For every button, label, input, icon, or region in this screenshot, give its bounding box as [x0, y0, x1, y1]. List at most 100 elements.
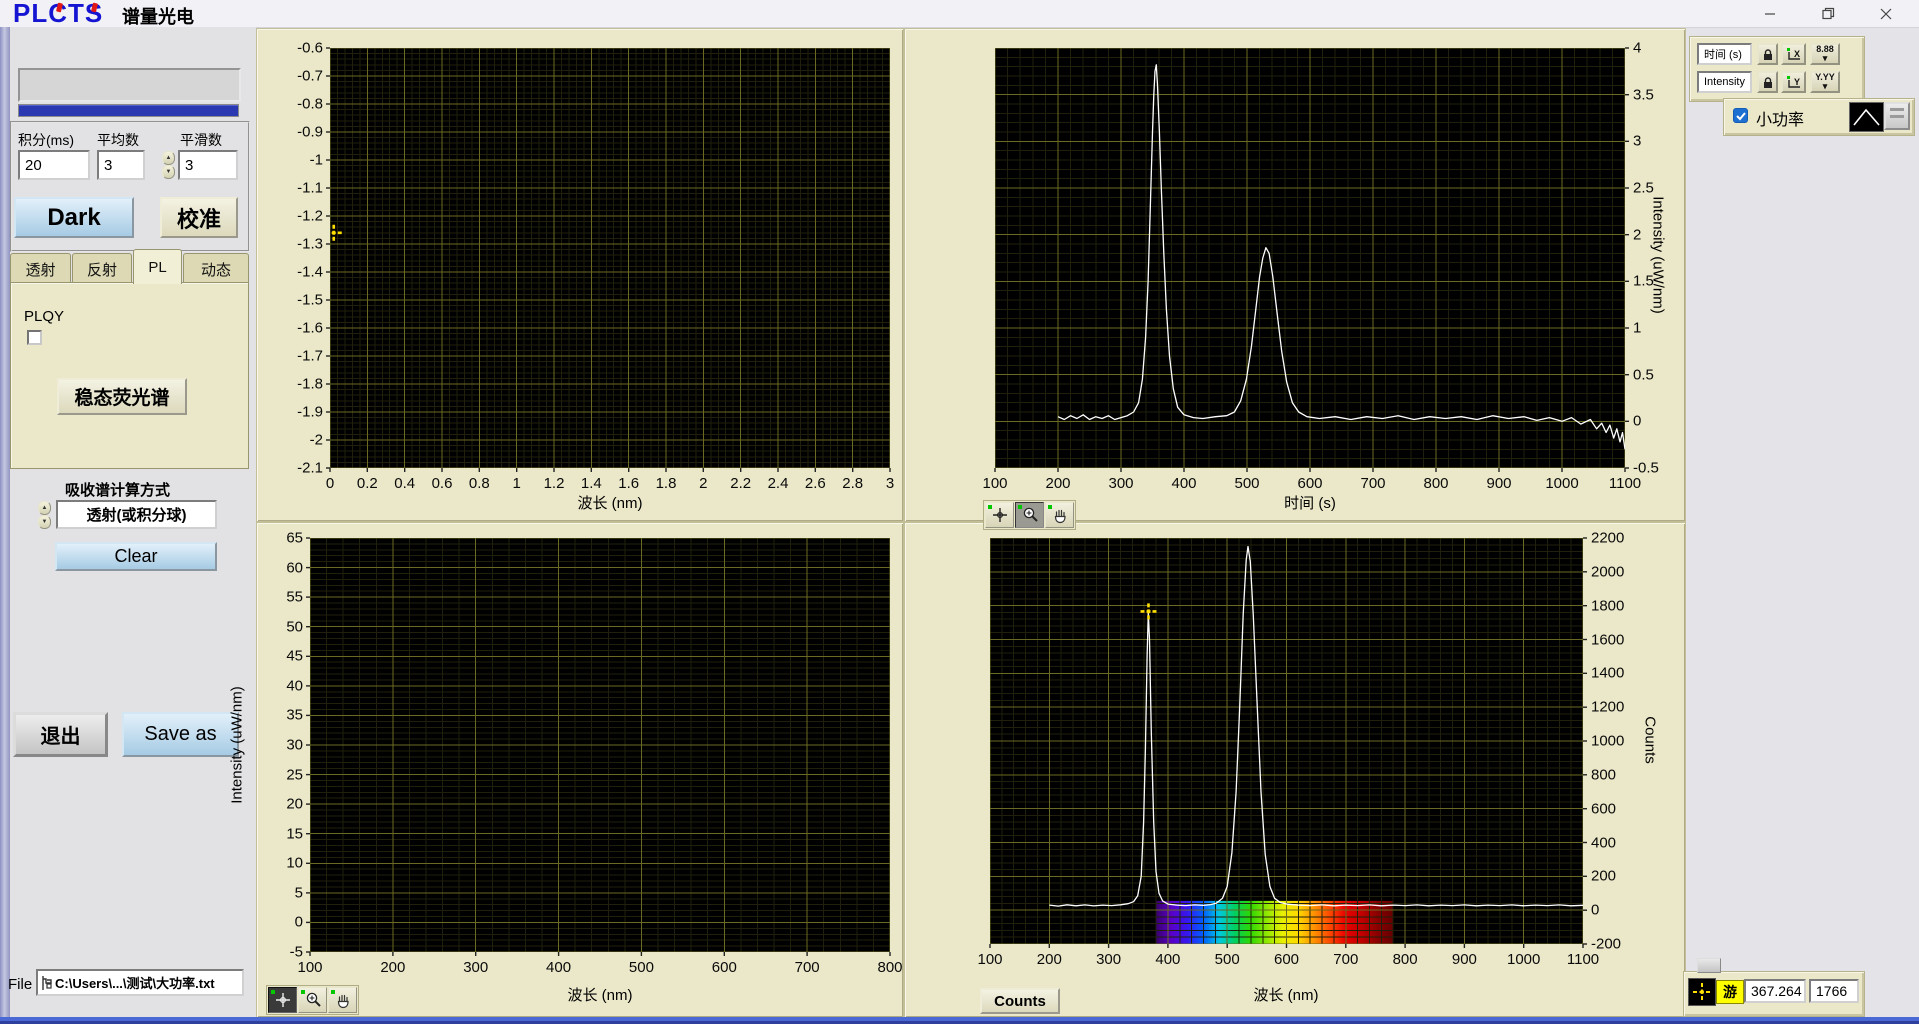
cursor-style-button[interactable] [1688, 978, 1716, 1006]
smooth-stepper[interactable]: ▲▼ [162, 151, 175, 179]
pan-tool-button[interactable] [1045, 502, 1074, 528]
y-tick-label: -0.8 [297, 96, 323, 113]
file-label: File [8, 976, 32, 993]
x-scale-name-field[interactable]: 时间 (s) [1697, 43, 1752, 65]
x-tick-label: 600 [1274, 951, 1299, 968]
cursor-tool-button[interactable] [985, 502, 1014, 528]
x-format-button[interactable]: 8.88▾ [1810, 43, 1840, 65]
active-led-icon [301, 990, 305, 994]
y-scale-name-field[interactable]: Intensity [1697, 71, 1752, 93]
counts-legend-button[interactable]: Counts [980, 988, 1060, 1014]
clear-button[interactable]: Clear [55, 542, 217, 571]
line-style-icon [1850, 103, 1883, 131]
absorption-select[interactable]: 透射(或积分球) [56, 500, 217, 529]
zoom-tool-button[interactable] [1015, 502, 1044, 528]
x-tick-label: 400 [1155, 951, 1180, 968]
x-tick-label: 1.8 [656, 475, 677, 492]
graph-palette [983, 500, 1076, 530]
x-tick-label: 100 [977, 951, 1002, 968]
cursor-tool-button[interactable] [268, 987, 297, 1013]
y-tick-label: 2.5 [1633, 180, 1654, 197]
plqy-checkbox[interactable] [27, 330, 42, 345]
y-tick-label: -1 [310, 152, 323, 169]
x-tick-label: 2 [699, 475, 707, 492]
data-series [1049, 547, 1583, 907]
tab-dynamic[interactable]: 动态 [183, 253, 249, 284]
dark-button[interactable]: Dark [14, 197, 134, 238]
x-tick-label: 900 [1452, 951, 1477, 968]
close-button[interactable] [1863, 0, 1909, 27]
stepper-down-icon[interactable]: ▼ [38, 515, 51, 529]
x-tick-label: 900 [1486, 475, 1511, 492]
x-tick-label: 700 [795, 959, 820, 976]
y-scale-lock-button[interactable] [1757, 71, 1778, 93]
smooth-label: 平滑数 [180, 130, 222, 150]
pan-tool-button[interactable] [328, 987, 357, 1013]
close-icon [1880, 8, 1892, 20]
y-tick-label: -2 [310, 432, 323, 449]
y-tick-label: -1.7 [297, 348, 323, 365]
y-tick-label: 4 [1633, 40, 1641, 57]
stepper-up-icon[interactable]: ▲ [38, 501, 51, 515]
x-scale-lock-button[interactable] [1757, 43, 1778, 65]
x-tick-label: 1.4 [581, 475, 602, 492]
x-tick-label: 500 [629, 959, 654, 976]
power-legend-label: 小功率 [1756, 106, 1804, 130]
cursor-name-tag[interactable]: 游 [1716, 980, 1744, 1004]
calibrate-button[interactable]: 校准 [160, 197, 238, 238]
chart-canvas [995, 48, 1625, 468]
x-tick-label: 1.2 [544, 475, 565, 492]
save-as-button[interactable]: Save as [122, 712, 239, 757]
x-axis-title: 波长 (nm) [568, 984, 633, 1005]
x-tick-label: 800 [877, 959, 902, 976]
y-tick-label: 25 [286, 766, 303, 783]
restore-icon [1822, 7, 1835, 20]
chart-canvas [330, 48, 890, 468]
svg-text:X: X [1794, 49, 1800, 59]
x-tick-label: 1.6 [618, 475, 639, 492]
minimize-button[interactable] [1747, 0, 1793, 27]
stepper-down-icon[interactable]: ▼ [162, 165, 175, 179]
x-tick-label: 0.2 [357, 475, 378, 492]
y-tick-label: 30 [286, 737, 303, 754]
x-tick-label: 500 [1234, 475, 1259, 492]
tab-transmission[interactable]: 透射 [10, 253, 71, 284]
power-legend-checkbox[interactable] [1733, 108, 1748, 123]
x-tick-label: 200 [1037, 951, 1062, 968]
legend-line-style-button[interactable] [1849, 102, 1884, 132]
y-autoscale-button[interactable]: Y [1781, 71, 1806, 93]
steady-pl-button[interactable]: 稳态荧光谱 [57, 378, 187, 415]
absorption-stepper[interactable]: ▲▼ [38, 501, 51, 529]
tab-reflection[interactable]: 反射 [72, 253, 132, 284]
y-format-button[interactable]: Y.YY▾ [1810, 71, 1840, 93]
cursor-legend-scroll-tab[interactable] [1697, 958, 1721, 973]
x-tick-label: 700 [1333, 951, 1358, 968]
absorbance-plot[interactable] [330, 48, 890, 468]
window-left-edge [0, 27, 10, 1024]
zoom-tool-button[interactable] [298, 987, 327, 1013]
y-tick-label: 55 [286, 589, 303, 606]
average-input[interactable]: 3 [97, 150, 145, 180]
smooth-input[interactable]: 3 [178, 150, 238, 180]
x-tick-label: 0 [326, 475, 334, 492]
x-tick-label: 1000 [1507, 951, 1540, 968]
stepper-up-icon[interactable]: ▲ [162, 151, 175, 165]
integration-input[interactable]: 20 [18, 150, 90, 180]
magnifier-icon [304, 991, 322, 1009]
legend-scrollbar[interactable] [1884, 102, 1910, 130]
restore-button[interactable] [1805, 0, 1851, 27]
cursor-y-field[interactable]: 1766 [1809, 979, 1859, 1003]
y-tick-label: 10 [286, 855, 303, 872]
file-path-field[interactable]: C:\Users\...\测试\大功率.txt [36, 969, 244, 996]
cursor-x-field[interactable]: 367.264 [1744, 979, 1806, 1003]
spectrum-counts-plot[interactable] [990, 538, 1583, 944]
tab-pl[interactable]: PL [133, 249, 182, 284]
x-autoscale-button[interactable]: X [1781, 43, 1806, 65]
x-tick-label: 800 [1423, 475, 1448, 492]
spectrum-intensity-plot[interactable] [310, 538, 890, 952]
hand-icon [334, 991, 352, 1009]
x-tick-label: 0.8 [469, 475, 490, 492]
time-intensity-plot[interactable] [995, 48, 1625, 468]
svg-text:Y: Y [1794, 77, 1800, 87]
exit-button[interactable]: 退出 [13, 712, 108, 757]
